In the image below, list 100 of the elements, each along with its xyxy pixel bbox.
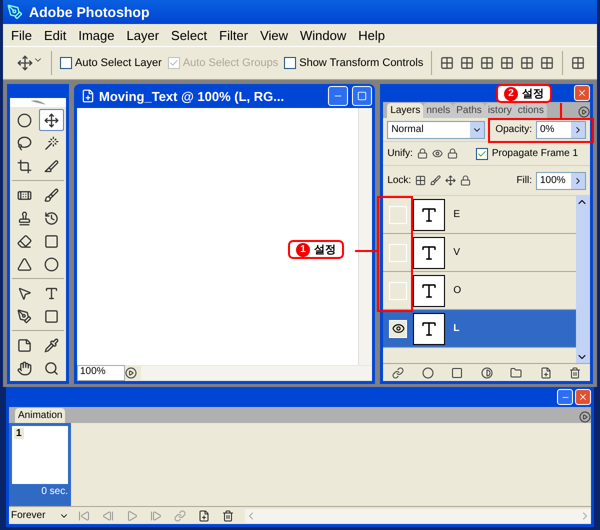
scrollbar[interactable]: [576, 196, 590, 363]
close-icon: [578, 392, 588, 402]
circle-icon: [44, 256, 59, 272]
move-icon[interactable]: [445, 175, 456, 186]
minimize-button[interactable]: [557, 389, 573, 405]
trash-icon: [222, 510, 234, 522]
lasso-icon: [17, 136, 32, 150]
adjustment-icon[interactable]: [480, 366, 493, 378]
close-button[interactable]: [574, 85, 590, 101]
eye-icon: [392, 322, 405, 335]
brush-icon: [44, 188, 59, 202]
panel-tab[interactable]: istory: [484, 103, 515, 118]
callout-label: 설정: [314, 242, 336, 257]
blend-mode-select[interactable]: Normal: [387, 120, 486, 138]
checkbox-label: Auto Select Layer: [75, 57, 162, 69]
menu-item[interactable]: Edit: [38, 28, 72, 42]
leader-line: [355, 250, 377, 252]
unify-label: Unify:: [387, 148, 413, 159]
menu-item[interactable]: File: [5, 28, 38, 42]
step-forward-icon: [150, 510, 162, 522]
checkbox[interactable]: [284, 57, 296, 69]
pen-icon: [17, 308, 32, 324]
scrollbar[interactable]: [141, 366, 372, 380]
layer-row[interactable]: L: [383, 310, 576, 348]
checkbox-label: Show Transform Controls: [299, 57, 424, 69]
panel-tab[interactable]: ctions: [514, 103, 547, 118]
maximize-button[interactable]: [352, 86, 372, 106]
callout-number: 1: [296, 242, 310, 256]
panel-menu-icon[interactable]: [578, 106, 590, 118]
fill-field[interactable]: 100%: [536, 172, 586, 190]
new-page-icon: [198, 510, 210, 522]
close-icon: [577, 88, 587, 98]
lock-icon[interactable]: [460, 175, 472, 186]
layer-name: L: [453, 323, 460, 334]
fill-label: Fill:: [516, 175, 532, 186]
note-icon: [17, 338, 32, 352]
layer-row[interactable]: V: [383, 234, 576, 272]
window-title: Adobe Photoshop: [29, 4, 150, 20]
checkbox-label: Propagate Frame 1: [492, 148, 578, 159]
callout-label: 설정: [522, 86, 544, 101]
frame-delay[interactable]: 0 sec.: [12, 486, 68, 497]
menu-item[interactable]: Help: [352, 28, 392, 42]
brush-icon[interactable]: [430, 175, 442, 186]
panel-tab[interactable]: Animation: [15, 408, 66, 423]
layer-name: O: [453, 285, 462, 296]
eraser-icon: [17, 234, 32, 248]
leader-line: [560, 103, 562, 118]
folder-icon[interactable]: [510, 366, 522, 378]
history-icon: [44, 210, 59, 226]
tool-button[interactable]: [39, 109, 64, 131]
play-icon: [126, 510, 138, 522]
layer-name: E: [453, 209, 460, 220]
panel-menu-icon[interactable]: [579, 411, 591, 423]
move-icon: [44, 112, 59, 128]
panel-tab[interactable]: nnels: [423, 103, 454, 118]
menu-item[interactable]: Window: [294, 28, 352, 42]
menu-item[interactable]: Layer: [120, 28, 166, 42]
trash-icon[interactable]: [569, 366, 582, 378]
crop-icon: [17, 158, 32, 174]
wand-icon: [44, 136, 59, 150]
menu-item[interactable]: Select: [165, 28, 214, 42]
visibility-toggle[interactable]: [389, 282, 408, 300]
type-layer-thumbnail: [413, 312, 446, 344]
type-icon: [44, 286, 59, 300]
checkbox[interactable]: [60, 57, 72, 69]
pipette-icon: [44, 338, 59, 352]
pointer-icon: [17, 286, 32, 300]
panel-tab[interactable]: Paths: [453, 103, 485, 118]
menu-item[interactable]: View: [254, 28, 294, 42]
ellipse-icon: [17, 112, 32, 128]
document-icon: [81, 89, 95, 103]
menu-item[interactable]: Image: [72, 28, 120, 42]
animation-frame[interactable]: 1 0 sec.: [9, 423, 71, 506]
callout-number: 2: [504, 86, 518, 100]
skip-back-icon: [78, 510, 90, 522]
new-layer-icon[interactable]: [540, 366, 552, 378]
knife-icon: [44, 158, 59, 174]
menu-item[interactable]: Filter: [213, 28, 254, 42]
step-back-icon: [102, 510, 114, 522]
checkbox[interactable]: [476, 148, 488, 160]
opacity-field[interactable]: 0%: [536, 120, 586, 138]
minimize-button[interactable]: [328, 86, 348, 106]
scrollbar[interactable]: [358, 108, 372, 365]
layer-name: V: [453, 247, 460, 258]
visibility-toggle[interactable]: [389, 244, 408, 262]
hand-icon: [17, 360, 32, 376]
layer-row[interactable]: E: [383, 196, 576, 234]
panel-tab[interactable]: Layers: [387, 103, 424, 118]
zoom-field[interactable]: 100%: [77, 365, 125, 381]
type-layer-thumbnail: [413, 198, 446, 230]
type-layer-thumbnail: [413, 274, 446, 306]
close-button[interactable]: [575, 389, 591, 405]
link-icon[interactable]: [392, 366, 404, 378]
square-icon: [44, 234, 59, 248]
rectangle-icon: [44, 308, 59, 324]
zoom-icon: [44, 360, 59, 376]
visibility-toggle[interactable]: [389, 320, 408, 338]
move-tool-icon[interactable]: [17, 55, 43, 71]
scrollbar[interactable]: [245, 508, 591, 522]
visibility-toggle[interactable]: [389, 206, 408, 224]
